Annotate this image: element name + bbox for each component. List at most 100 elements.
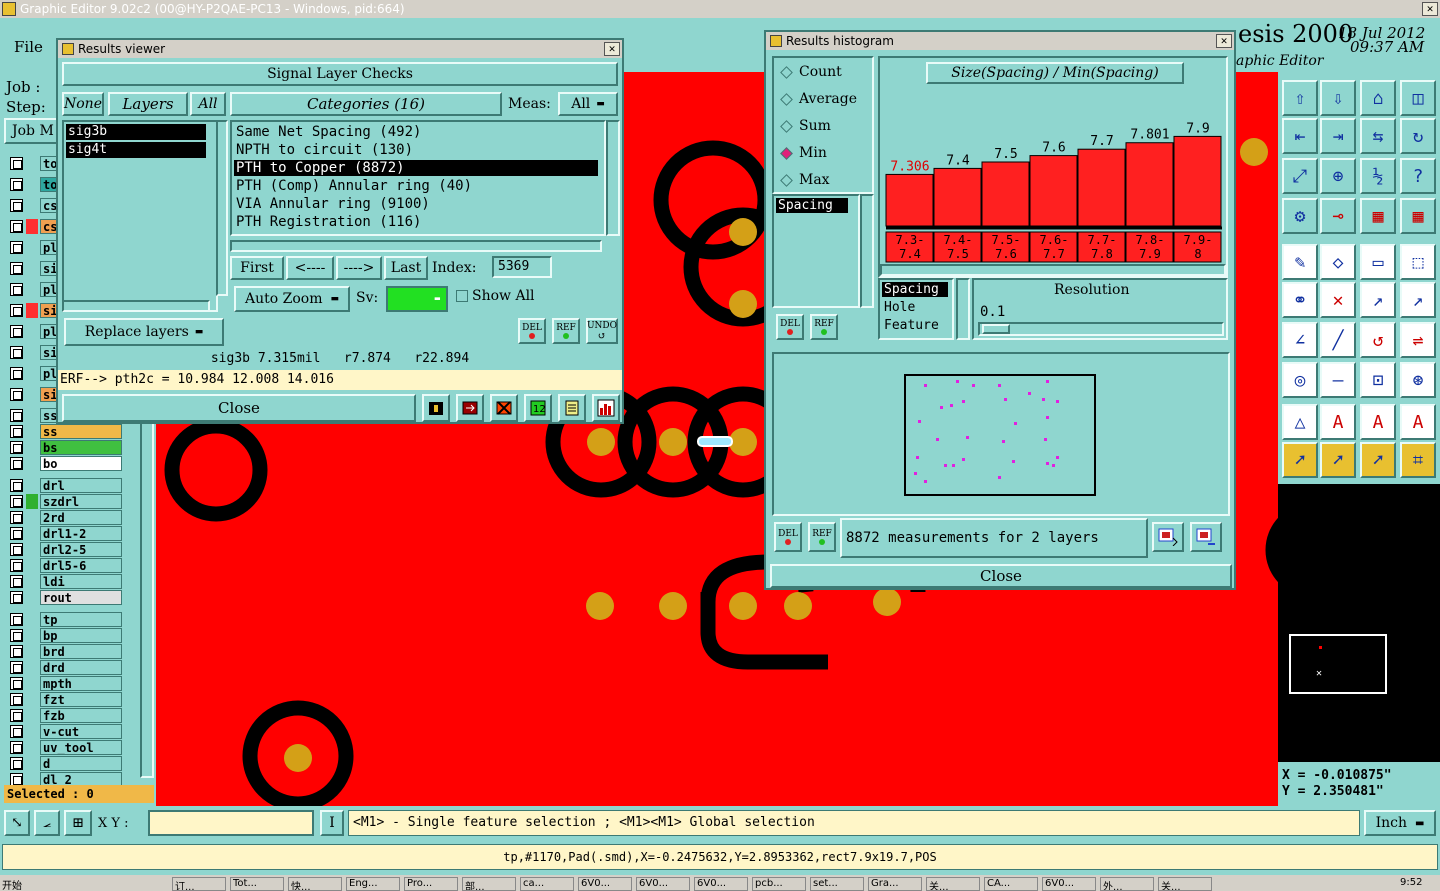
layer-color-swatch[interactable] [26,456,38,471]
tool-layers-icon[interactable]: ▦ [1360,198,1396,234]
show-all-checkbox[interactable] [456,290,468,302]
layer-color-swatch[interactable] [26,510,38,525]
tool-in-icon[interactable]: ⇤ [1282,118,1318,154]
category-hscroll[interactable] [230,240,602,252]
auto-zoom-dropdown[interactable]: Auto Zoom ▬ [234,286,350,312]
taskbar-item[interactable]: 6V0... [578,877,632,891]
histogram-bar[interactable] [981,161,1030,227]
layer-color-swatch[interactable] [26,558,38,573]
select-tool-icon[interactable]: ⤡ [4,810,30,836]
layer-name[interactable]: drl [40,478,122,493]
layer-row[interactable]: fzt [6,692,124,707]
hist-export-button[interactable] [1152,522,1184,552]
histogram-bar[interactable] [1029,155,1078,227]
histogram-bar[interactable] [1173,135,1222,227]
layer-color-swatch[interactable] [26,724,38,739]
category-item[interactable]: NPTH to circuit (130) [234,142,598,158]
layer-color-swatch[interactable] [26,324,38,339]
histogram-tool-icon[interactable] [592,394,620,422]
next-button[interactable]: ----> [336,256,382,280]
layer-color-swatch[interactable] [26,345,38,360]
layer-name[interactable]: ss [40,424,122,439]
tool-move-pad-alt-icon[interactable]: ↗ [1400,282,1436,318]
layer-row[interactable]: uv_tool [6,740,124,755]
layer-visibility-checkbox[interactable] [10,677,23,690]
tool-split-view-icon[interactable]: ◫ [1400,80,1436,116]
taskbar-item[interactable]: 快... [288,877,342,891]
category-vscroll[interactable] [606,120,620,236]
units-dropdown[interactable]: Inch ▬ [1364,810,1436,836]
layer-visibility-checkbox[interactable] [10,283,23,296]
layer-visibility-checkbox[interactable] [10,757,23,770]
hist-del-left-button[interactable]: DEL [776,314,804,340]
layer-row[interactable]: mpth [6,676,124,691]
tab-all[interactable]: All [190,92,226,116]
layer-color-swatch[interactable] [26,756,38,771]
app-close-button[interactable]: ✕ [1422,2,1438,16]
right-list-item-spacing[interactable]: Spacing [882,282,948,297]
ref-button[interactable]: REF [552,318,580,344]
tool-net-icon[interactable]: ⚭ [1282,282,1318,318]
taskbar-item[interactable]: Eng... [346,877,400,891]
layer-visibility-checkbox[interactable] [10,559,23,572]
layer-visibility-checkbox[interactable] [10,495,23,508]
grid-tool-icon[interactable]: ⊞ [64,810,92,836]
tool-pointer-icon[interactable]: ➚ [1282,442,1318,478]
last-button[interactable]: Last [384,256,428,280]
tool-home-icon[interactable]: ⌂ [1360,80,1396,116]
tool-add-feature-icon[interactable]: ✎ [1282,244,1318,280]
taskbar-item[interactable]: Pro... [404,877,458,891]
layer-name[interactable]: uv_tool [40,740,122,755]
layer-color-swatch[interactable] [26,660,38,675]
layer-visibility-checkbox[interactable] [10,199,23,212]
layer-visibility-checkbox[interactable] [10,157,23,170]
tool-fit-icon[interactable]: ⤢ [1282,158,1318,194]
tool-pad-tool-icon[interactable]: ⊸ [1320,198,1356,234]
layer-color-swatch[interactable] [26,177,38,192]
layer-color-swatch[interactable] [26,740,38,755]
mode-radio-min[interactable]: Min [778,143,827,163]
left-measure-list[interactable]: Spacing [772,194,860,308]
tool-snap-icon[interactable]: ◎ [1282,362,1318,398]
taskbar-item[interactable]: 6V0... [694,877,748,891]
tool-layers-alt-icon[interactable]: ▦ [1400,198,1436,234]
layer-color-swatch[interactable] [26,628,38,643]
histogram-chart[interactable]: 7.3067.3-7.47.47.4-7.57.57.5-7.67.67.6-7… [880,84,1226,276]
del-button[interactable]: DEL [518,318,546,344]
layer-row[interactable]: bo [6,456,124,471]
layer-row[interactable]: bp [6,628,124,643]
layer-visibility-checkbox[interactable] [10,543,23,556]
layer-visibility-checkbox[interactable] [10,346,23,359]
result-layer-vscroll[interactable] [216,120,228,296]
layer-color-swatch[interactable] [26,219,38,234]
export-tool-icon[interactable] [456,394,484,422]
layer-color-swatch[interactable] [26,198,38,213]
layer-visibility-checkbox[interactable] [10,479,23,492]
layer-row[interactable]: v-cut [6,724,124,739]
tool-move-down-icon[interactable]: ⇩ [1320,80,1356,116]
overview-map[interactable]: ✕ [1278,484,1440,762]
taskbar-item[interactable]: Gra... [868,877,922,891]
taskbar-item[interactable]: ca... [520,877,574,891]
layer-row[interactable]: fzb [6,708,124,723]
tool-a-outline-icon[interactable]: A [1320,404,1356,440]
layer-row[interactable]: bs [6,440,124,455]
layer-color-swatch[interactable] [26,494,38,509]
layer-name[interactable]: v-cut [40,724,122,739]
layer-name[interactable]: tp [40,612,122,627]
tool-group-icon[interactable]: ⊛ [1400,362,1436,398]
layer-name[interactable]: mpth [40,676,122,691]
tool-zoom-1-2-icon[interactable]: ½ [1360,158,1396,194]
result-layer-hscroll[interactable] [62,300,210,312]
tool-refresh-icon[interactable]: ↻ [1400,118,1436,154]
hist-ref-left-button[interactable]: REF [810,314,838,340]
layer-name[interactable]: drd [40,660,122,675]
layer-row[interactable]: drl5-6 [6,558,124,573]
chart-hscroll[interactable] [880,264,1226,276]
tool-move-up-icon[interactable]: ⇧ [1282,80,1318,116]
layer-visibility-checkbox[interactable] [10,457,23,470]
category-item[interactable]: PTH to Copper (8872) [234,160,598,176]
layer-color-swatch[interactable] [26,303,38,318]
tool-step-repeat-icon[interactable]: ⊡ [1360,362,1396,398]
tool-cross-icon[interactable]: ✕ [1320,282,1356,318]
